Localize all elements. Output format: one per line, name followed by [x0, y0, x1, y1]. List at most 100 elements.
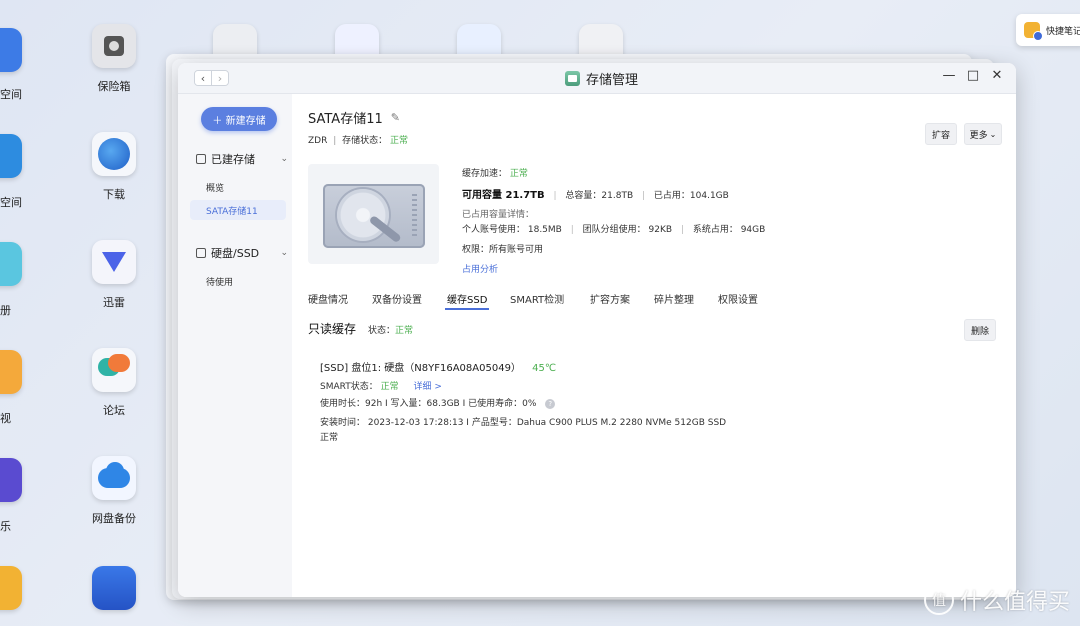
capacity-row: 可用容量 21.7TB | 总容量：21.8TB | 已占用：104.1GB — [462, 190, 729, 201]
tab-dual-backup[interactable]: 双备份设置 — [372, 291, 422, 306]
thunder-bird-icon — [92, 240, 136, 284]
watermark: 值 什么值得买 — [923, 584, 1070, 616]
sidebar-group-label: 硬盘/SSD — [211, 247, 260, 260]
partial-app-icon[interactable] — [0, 28, 22, 72]
maximize-button[interactable]: □ — [966, 68, 980, 83]
more-button-label: 更多 — [969, 130, 988, 141]
permission-text: 权限：所有账号可用 — [462, 245, 544, 255]
storage-status-value: 正常 — [390, 136, 409, 146]
desktop-icon-forum[interactable]: 论坛 — [74, 348, 154, 418]
watermark-text: 什么值得买 — [959, 590, 1070, 615]
edit-icon[interactable]: ✎ — [391, 111, 400, 124]
new-storage-button[interactable]: ＋ 新建存储 — [201, 107, 277, 131]
chevron-down-icon: ⌄ — [989, 129, 997, 139]
sidebar-item-unused[interactable]: 待使用 — [206, 275, 233, 288]
sidebar-group-disk-ssd[interactable]: 硬盘/SSD ⌄ — [196, 245, 288, 261]
cache-accel-value: 正常 — [509, 169, 528, 179]
disk-illustration — [308, 164, 439, 264]
volume-title: SATA存储11 ✎ — [308, 108, 400, 127]
chevron-down-icon: ⌄ — [280, 154, 288, 164]
tab-expansion[interactable]: 扩容方案 — [590, 291, 630, 306]
back-button[interactable]: ‹ — [195, 71, 211, 85]
partial-app-icon[interactable] — [0, 566, 22, 610]
more-button[interactable]: 更多 ⌄ — [964, 123, 1002, 145]
storage-manager-icon — [565, 71, 580, 86]
cache-title: 只读缓存 — [308, 322, 357, 336]
volume-type: ZDR — [308, 136, 328, 146]
window-title-text: 存储管理 — [586, 73, 639, 88]
safe-icon — [92, 24, 136, 68]
cache-section-header: 只读缓存 状态：正常 — [308, 320, 413, 337]
partial-label: 空间 — [0, 88, 22, 101]
download-globe-icon — [92, 132, 136, 176]
smart-status-label: SMART状态： — [320, 382, 378, 392]
volume-subtitle: ZDR | 存储状态： 正常 — [308, 136, 409, 146]
system-usage: 系统占用： 94GB — [692, 225, 766, 235]
expand-button[interactable]: 扩容 — [925, 123, 957, 145]
volume-name: SATA存储11 — [308, 112, 383, 127]
forward-button[interactable]: › — [211, 71, 228, 85]
total-capacity: 总容量：21.8TB — [565, 191, 634, 201]
personal-usage: 个人账号使用： 18.5MB — [462, 225, 562, 235]
used-detail-label: 已占用容量详情： — [462, 210, 535, 220]
quick-note-label: 快捷笔记 — [1046, 26, 1080, 37]
partial-app-icon[interactable] — [0, 350, 22, 394]
main-content: SATA存储11 ✎ ZDR | 存储状态： 正常 扩容 更多 ⌄ 缓存加速： … — [308, 94, 1016, 597]
desktop-icon-cloud-backup[interactable]: 网盘备份 — [74, 456, 154, 526]
cache-status: 状态：正常 — [368, 326, 414, 336]
partial-label: 空间 — [0, 196, 22, 209]
minimize-button[interactable]: — — [942, 68, 956, 83]
ssd-temperature: 45℃ — [532, 363, 557, 374]
desktop-icon-thunder[interactable]: 迅雷 — [74, 240, 154, 310]
cloud-backup-icon — [92, 456, 136, 500]
delete-button[interactable]: 删除 — [964, 319, 996, 341]
desktop-icon-safe[interactable]: 保险箱 — [74, 24, 154, 94]
desktop-icon-label: 论坛 — [103, 404, 125, 417]
ssd-title-row: [SSD] 盘位1: 硬盘（N8YF16A08A05049） 45℃ — [320, 359, 556, 374]
forum-chat-icon — [92, 348, 136, 392]
storage-status-label: 存储状态： — [342, 136, 388, 146]
note-icon — [1024, 22, 1043, 41]
ssd-install-row: 安装时间： 2023-12-03 17:28:13 I 产品型号：Dahua C… — [320, 418, 727, 428]
chart-app-icon[interactable] — [92, 566, 136, 610]
smart-status-value: 正常 — [380, 382, 399, 392]
quick-note-widget[interactable]: 快捷笔记 — [1016, 14, 1080, 46]
window-title: 存储管理 — [565, 69, 638, 88]
watermark-logo-icon: 值 — [923, 585, 954, 615]
tab-disk-status[interactable]: 硬盘情况 — [308, 291, 348, 306]
close-button[interactable]: ✕ — [990, 68, 1004, 83]
desktop-icon-label: 保险箱 — [97, 80, 131, 93]
title-bar: ‹ › 存储管理 — □ ✕ — [178, 63, 1016, 94]
disk-icon — [196, 248, 206, 258]
nav-buttons: ‹ › — [194, 70, 229, 86]
desktop-icon-label: 下载 — [103, 188, 125, 201]
usage-analysis-link[interactable]: 占用分析 — [462, 262, 498, 275]
partial-app-icon[interactable] — [0, 242, 22, 286]
usage-breakdown-row: 个人账号使用： 18.5MB | 团队分组使用： 92KB | 系统占用： 94… — [462, 225, 766, 235]
tab-defrag[interactable]: 碎片整理 — [654, 291, 694, 306]
tab-cache-ssd[interactable]: 缓存SSD — [444, 291, 490, 310]
partial-label: 册 — [0, 304, 11, 317]
sidebar-item-overview[interactable]: 概览 — [206, 181, 224, 194]
partial-app-icon[interactable] — [0, 134, 22, 178]
desktop-icon-download[interactable]: 下载 — [74, 132, 154, 202]
tab-permissions[interactable]: 权限设置 — [718, 291, 758, 306]
smart-detail-link[interactable]: 详细 > — [414, 382, 442, 392]
chevron-down-icon: ⌄ — [280, 248, 288, 258]
help-icon[interactable]: ? — [545, 398, 556, 409]
available-capacity: 可用容量 21.7TB — [462, 190, 545, 201]
team-usage: 团队分组使用： 92KB — [582, 225, 673, 235]
database-icon — [196, 154, 206, 164]
partial-label: 乐 — [0, 520, 11, 533]
partial-label: 视 — [0, 412, 11, 425]
sidebar: ＋ 新建存储 已建存储 ⌄ 概览 SATA存储11 硬盘/SSD ⌄ 待使用 — [178, 94, 292, 597]
partial-app-icon[interactable] — [0, 458, 22, 502]
cache-accel-row: 缓存加速： 正常 — [462, 166, 528, 179]
sidebar-group-built-storage[interactable]: 已建存储 ⌄ — [196, 151, 288, 167]
tab-smart[interactable]: SMART检测 — [510, 291, 564, 306]
cache-accel-label: 缓存加速： — [462, 169, 508, 179]
hard-disk-icon — [323, 184, 425, 248]
sidebar-item-sata11[interactable]: SATA存储11 — [206, 204, 258, 217]
ssd-title: [SSD] 盘位1: 硬盘（N8YF16A08A05049） — [320, 363, 521, 374]
ssd-status: 正常 — [320, 433, 339, 443]
